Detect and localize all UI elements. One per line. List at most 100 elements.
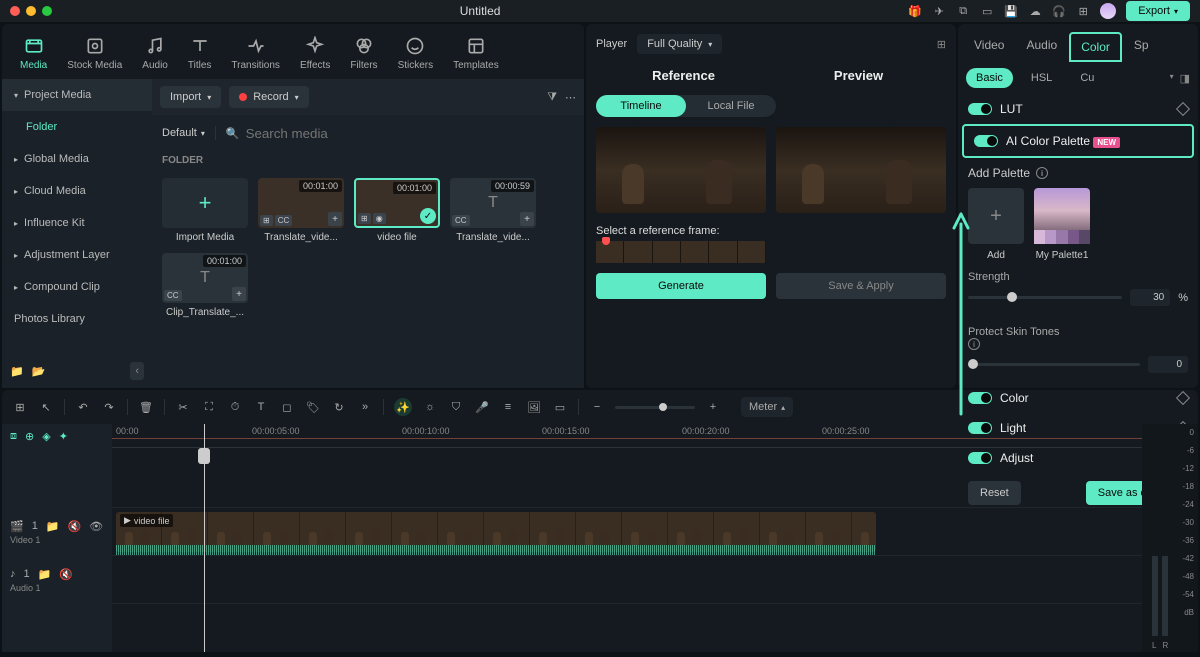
import-media-tile[interactable]: + Import Media bbox=[162, 178, 248, 243]
quality-dropdown[interactable]: Full Quality▾ bbox=[637, 34, 722, 54]
tab-filters[interactable]: Filters bbox=[340, 30, 387, 77]
rotate-icon[interactable]: ↻ bbox=[331, 399, 347, 415]
collapse-sidebar-icon[interactable]: ‹ bbox=[130, 362, 144, 380]
save-icon[interactable]: 💾 bbox=[1004, 4, 1018, 18]
picture-icon[interactable]: 🖼 bbox=[526, 399, 542, 415]
tab-video[interactable]: Video bbox=[964, 32, 1014, 62]
link-icon[interactable]: ⊕ bbox=[25, 430, 34, 443]
tab-media[interactable]: Media bbox=[10, 30, 57, 77]
export-button[interactable]: Export▾ bbox=[1126, 1, 1190, 21]
delete-icon[interactable]: 🗑 bbox=[138, 399, 154, 415]
mute-icon[interactable]: 🔇 bbox=[59, 568, 73, 581]
clip-tile[interactable]: 00:01:00TCC+ Clip_Translate_... bbox=[162, 253, 248, 318]
timeline-tracks[interactable]: 00:00 00:00:05:00 00:00:10:00 00:00:15:0… bbox=[112, 424, 1142, 652]
import-button[interactable]: Import▾ bbox=[160, 86, 221, 108]
info-icon[interactable]: i bbox=[968, 338, 980, 350]
tab-stock-media[interactable]: Stock Media bbox=[57, 30, 132, 77]
add-clip-icon[interactable]: + bbox=[232, 287, 246, 301]
sort-dropdown[interactable]: Default▾ bbox=[162, 127, 205, 139]
more-icon[interactable]: ⋯ bbox=[565, 91, 576, 104]
headphones-icon[interactable]: 🎧 bbox=[1052, 4, 1066, 18]
shield-icon[interactable]: ⛉ bbox=[448, 399, 464, 415]
sidebar-compound-clip[interactable]: ▸Compound Clip bbox=[2, 271, 152, 303]
timeline-ruler[interactable]: 00:00 00:00:05:00 00:00:10:00 00:00:15:0… bbox=[112, 424, 1142, 448]
generate-button[interactable]: Generate bbox=[596, 273, 766, 299]
zoom-slider[interactable] bbox=[615, 406, 695, 409]
close-window[interactable] bbox=[10, 6, 20, 16]
clip-tile[interactable]: 00:01:00⊞CC+ Translate_vide... bbox=[258, 178, 344, 243]
tab-audio[interactable]: Audio bbox=[1016, 32, 1067, 62]
search-input[interactable] bbox=[246, 126, 574, 141]
minimize-window[interactable] bbox=[26, 6, 36, 16]
reference-preview[interactable] bbox=[596, 127, 766, 213]
history-icon[interactable]: ⧉ bbox=[956, 4, 970, 18]
tab-local-file[interactable]: Local File bbox=[686, 95, 776, 117]
tab-audio[interactable]: Audio bbox=[132, 30, 178, 77]
more-tools-icon[interactable]: » bbox=[357, 399, 373, 415]
tab-color[interactable]: Color bbox=[1069, 32, 1122, 62]
protect-skin-slider[interactable] bbox=[968, 363, 1140, 366]
record-button[interactable]: Record▾ bbox=[229, 86, 308, 108]
color-section-row[interactable]: Color bbox=[958, 383, 1198, 413]
mic-icon[interactable]: 🎤 bbox=[474, 399, 490, 415]
lut-toggle[interactable] bbox=[968, 103, 992, 115]
search-field[interactable]: 🔍 bbox=[226, 126, 574, 141]
new-folder-icon[interactable]: 📁 bbox=[10, 365, 24, 378]
pointer-tool-icon[interactable]: ↖ bbox=[38, 399, 54, 415]
video-track-header[interactable]: 🎬1📁🔇👁 Video 1 bbox=[2, 508, 112, 556]
add-clip-icon[interactable]: + bbox=[520, 212, 534, 226]
redo-icon[interactable]: ↷ bbox=[101, 399, 117, 415]
folder-icon[interactable]: 📁 bbox=[46, 520, 60, 533]
zoom-in-icon[interactable]: + bbox=[705, 399, 721, 415]
tab-effects[interactable]: Effects bbox=[290, 30, 340, 77]
sidebar-photos-library[interactable]: Photos Library bbox=[2, 303, 152, 335]
levels-icon[interactable]: ≡ bbox=[500, 399, 516, 415]
subtab-basic[interactable]: Basic bbox=[966, 68, 1013, 88]
marker2-icon[interactable]: ✦ bbox=[59, 430, 68, 443]
new-subfolder-icon[interactable]: 📂 bbox=[32, 365, 46, 378]
keyframe-icon[interactable] bbox=[1176, 391, 1190, 405]
zoom-out-icon[interactable]: − bbox=[589, 399, 605, 415]
strength-value[interactable]: 30 bbox=[1130, 289, 1170, 306]
monitor-icon[interactable]: ▭ bbox=[980, 4, 994, 18]
clip-tile[interactable]: 00:01:00⊞◉✓ video file bbox=[354, 178, 440, 243]
color-toggle[interactable] bbox=[968, 392, 992, 404]
send-icon[interactable]: ✈ bbox=[932, 4, 946, 18]
reference-frame-strip[interactable] bbox=[596, 241, 766, 263]
ai-palette-toggle[interactable] bbox=[974, 135, 998, 147]
tab-stickers[interactable]: Stickers bbox=[388, 30, 444, 77]
frame-icon[interactable]: ▭ bbox=[552, 399, 568, 415]
output-preview[interactable] bbox=[776, 127, 946, 213]
mute-icon[interactable]: 🔇 bbox=[68, 520, 82, 533]
subtab-curves[interactable]: Cu bbox=[1070, 68, 1104, 88]
tab-titles[interactable]: Titles bbox=[178, 30, 222, 77]
visibility-icon[interactable]: 👁 bbox=[89, 520, 103, 533]
protect-skin-value[interactable]: 0 bbox=[1148, 356, 1188, 373]
shape-icon[interactable]: ◻ bbox=[279, 399, 295, 415]
compare-icon[interactable]: ◨ bbox=[1180, 72, 1190, 85]
sidebar-influence-kit[interactable]: ▸Influence Kit bbox=[2, 207, 152, 239]
playhead[interactable] bbox=[204, 424, 205, 652]
speed-icon[interactable]: ⏱ bbox=[227, 399, 243, 415]
sidebar-adjustment-layer[interactable]: ▸Adjustment Layer bbox=[2, 239, 152, 271]
crop-icon[interactable]: ⛶ bbox=[201, 399, 217, 415]
add-palette-tile[interactable]: + Add bbox=[968, 188, 1024, 261]
audio-track-lane[interactable] bbox=[112, 556, 1142, 604]
video-track-lane[interactable]: ▶video file bbox=[112, 508, 1142, 556]
sidebar-global-media[interactable]: ▸Global Media bbox=[2, 143, 152, 175]
audio-track-header[interactable]: ♪1📁🔇 Audio 1 bbox=[2, 556, 112, 604]
subtab-hsl[interactable]: HSL bbox=[1021, 68, 1062, 88]
keyframe-icon[interactable] bbox=[1176, 102, 1190, 116]
tab-timeline[interactable]: Timeline bbox=[596, 95, 686, 117]
palette-tile[interactable]: My Palette1 bbox=[1034, 188, 1090, 261]
strength-slider[interactable] bbox=[968, 296, 1122, 299]
meter-dropdown[interactable]: Meter▴ bbox=[741, 397, 793, 417]
marker-icon[interactable]: ◈ bbox=[42, 430, 50, 443]
tab-speed[interactable]: Sp bbox=[1124, 32, 1159, 62]
sidebar-cloud-media[interactable]: ▸Cloud Media bbox=[2, 175, 152, 207]
tab-templates[interactable]: Templates bbox=[443, 30, 509, 77]
save-apply-button[interactable]: Save & Apply bbox=[776, 273, 946, 299]
sidebar-folder[interactable]: Folder bbox=[2, 111, 152, 143]
user-avatar[interactable] bbox=[1100, 3, 1116, 19]
select-tool-icon[interactable]: ⊞ bbox=[12, 399, 28, 415]
